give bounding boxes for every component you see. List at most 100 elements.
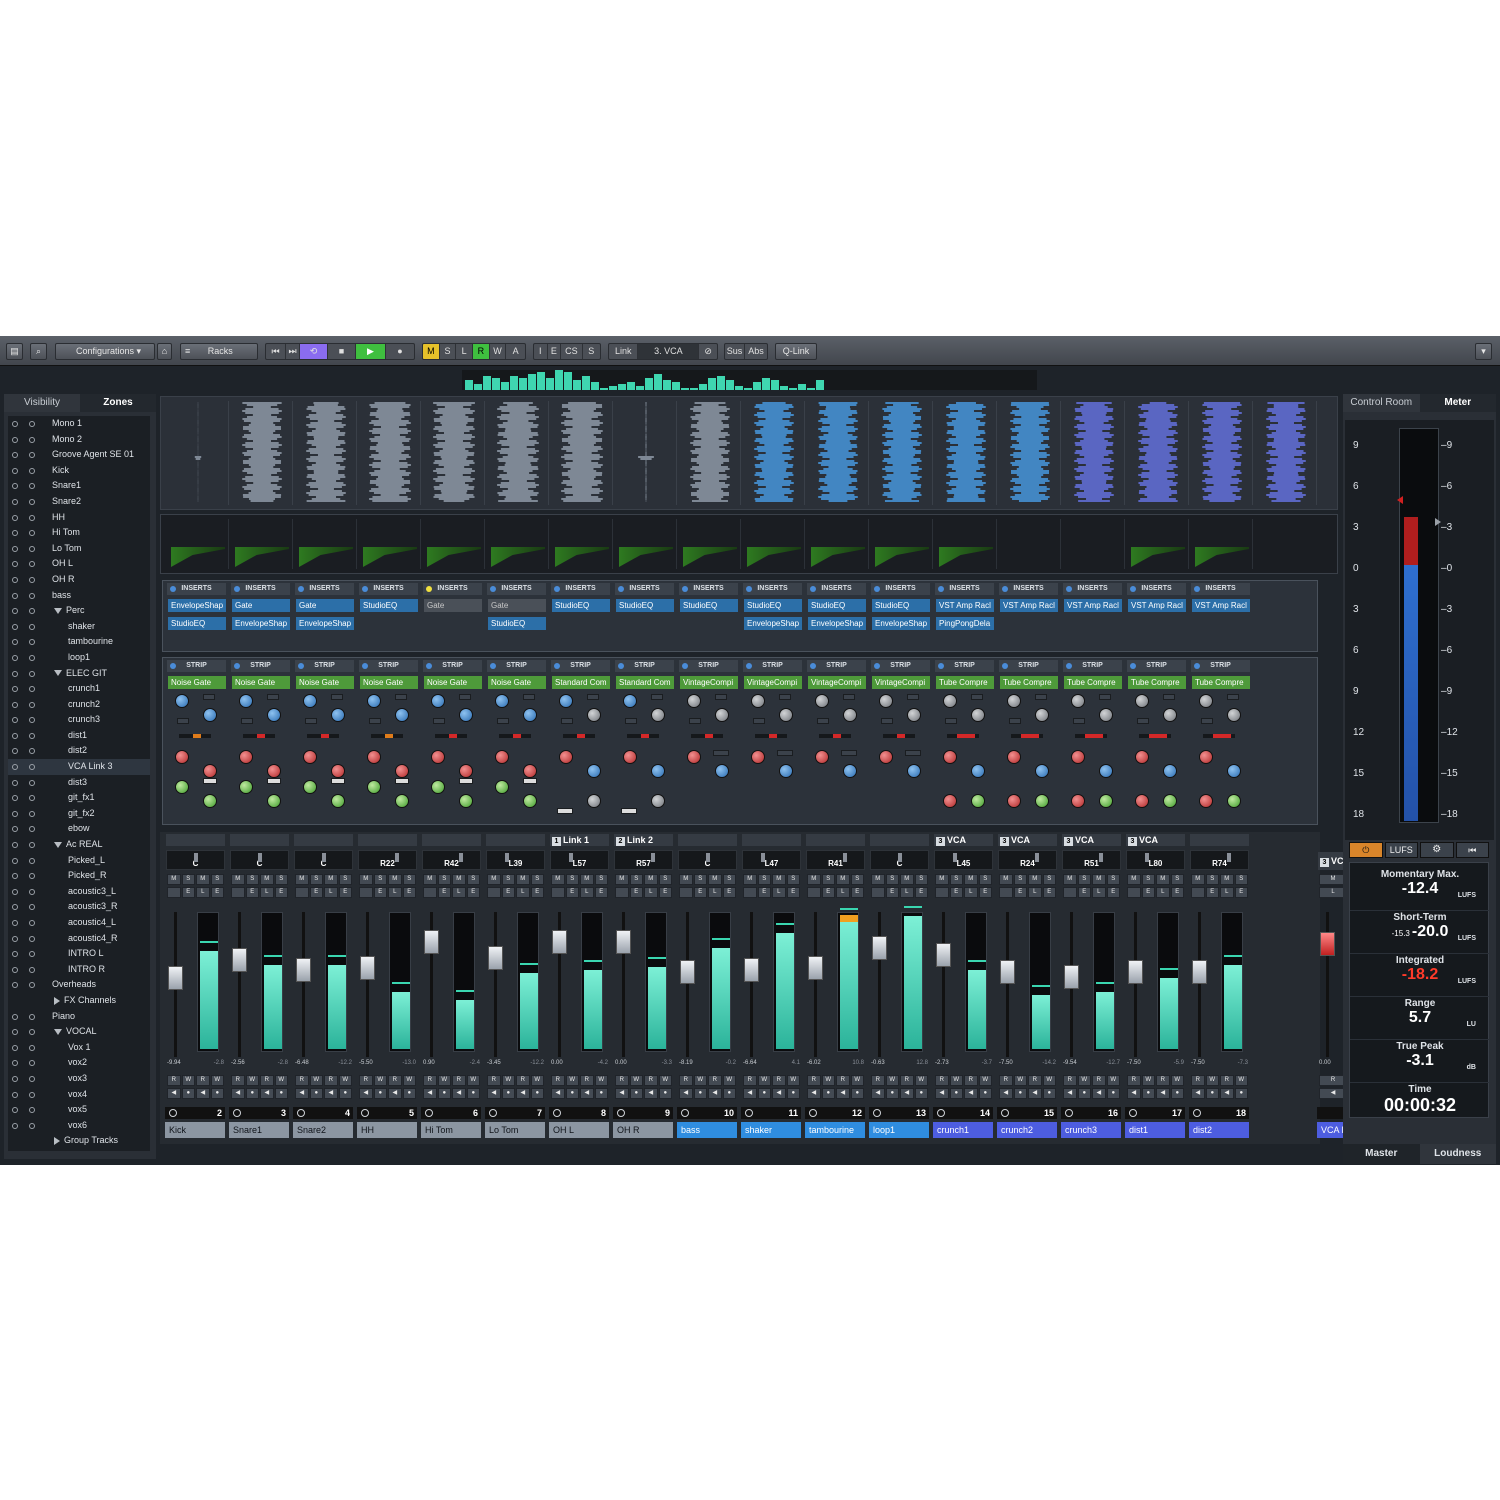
am-button[interactable]	[557, 808, 573, 814]
drive-knob[interactable]	[1007, 794, 1021, 808]
read-button[interactable]: R	[1127, 1075, 1141, 1086]
insert-slot[interactable]: StudioEQ	[488, 617, 546, 630]
frequency-knob[interactable]	[175, 780, 189, 794]
eq-knob-2[interactable]	[971, 764, 985, 778]
strip-bypass-icon[interactable]	[234, 663, 240, 669]
zone-toggle-icon[interactable]	[29, 1029, 35, 1036]
inserts-bypass-icon[interactable]	[938, 586, 944, 592]
volume-fader[interactable]	[807, 912, 825, 1057]
record-enable-button[interactable]: ●	[1106, 1088, 1120, 1099]
up-knob[interactable]	[587, 794, 601, 808]
strip-header[interactable]: STRIP	[423, 660, 482, 672]
read-button[interactable]: R	[580, 1075, 594, 1086]
solo-button[interactable]: S	[245, 874, 259, 885]
auto-release-button[interactable]	[625, 718, 637, 724]
volume-fader[interactable]	[295, 912, 313, 1057]
channel-link-header[interactable]: 3 VCA	[1126, 834, 1185, 846]
channel-state-icon[interactable]	[297, 1109, 305, 1117]
qlink-button[interactable]: Q-Link	[775, 343, 817, 360]
threshold-knob[interactable]	[431, 694, 445, 708]
window-layout-icon[interactable]: ▤	[6, 343, 23, 360]
monitor-button[interactable]: ◀	[487, 1088, 501, 1099]
record-enable-button[interactable]: ●	[1042, 1088, 1056, 1099]
listen-button[interactable]: L	[1028, 887, 1042, 898]
inserts-header[interactable]: INSERTS	[487, 583, 546, 595]
visibility-toggle-icon[interactable]	[12, 701, 18, 708]
write-button[interactable]: W	[629, 1075, 643, 1086]
fader-cap[interactable]	[1064, 965, 1079, 989]
eq-low-knob[interactable]	[239, 750, 253, 764]
sidechain-button[interactable]	[331, 694, 343, 700]
visibility-toggle-icon[interactable]	[12, 779, 18, 786]
q-knob[interactable]	[267, 794, 281, 808]
release-knob[interactable]	[587, 708, 601, 722]
track-list-item[interactable]: dist1	[8, 728, 150, 744]
edit-button[interactable]: E	[1141, 887, 1155, 898]
listen-state-button[interactable]: L	[456, 344, 474, 359]
mute-button[interactable]: M	[423, 874, 437, 885]
mute-button[interactable]: M	[1092, 874, 1106, 885]
edit-button[interactable]: E	[565, 887, 579, 898]
mute-button[interactable]: M	[964, 874, 978, 885]
record-enable-button[interactable]: ●	[530, 1088, 544, 1099]
threshold-knob[interactable]	[943, 694, 957, 708]
inserts-bypass-icon[interactable]	[746, 586, 752, 592]
channel-state-icon[interactable]	[1065, 1109, 1073, 1117]
write-button[interactable]: W	[501, 1075, 515, 1086]
mute-button[interactable]: M	[1063, 874, 1077, 885]
volume-fader[interactable]	[359, 912, 377, 1057]
record-icon[interactable]: ●	[386, 344, 414, 359]
write-button[interactable]: W	[1141, 1075, 1155, 1086]
channel-name[interactable]: shaker	[741, 1122, 801, 1138]
write-button[interactable]: W	[309, 1075, 323, 1086]
channel-state-icon[interactable]	[361, 1109, 369, 1117]
visibility-toggle-icon[interactable]	[12, 561, 18, 568]
strip-dynamics-slot[interactable]: Noise Gate	[424, 676, 482, 689]
sidechain-button[interactable]	[1227, 694, 1239, 700]
visibility-toggle-icon[interactable]	[12, 421, 18, 427]
insert-slot[interactable]: StudioEQ	[680, 599, 738, 612]
zone-toggle-icon[interactable]	[29, 1060, 35, 1067]
mute-button[interactable]: M	[551, 874, 565, 885]
strip-header[interactable]: STRIP	[1063, 660, 1122, 672]
sidechain-button[interactable]	[1035, 694, 1047, 700]
drive-knob[interactable]	[1135, 794, 1149, 808]
record-enable-button[interactable]: ●	[466, 1088, 480, 1099]
solo-button[interactable]: S	[530, 874, 544, 885]
track-list-item[interactable]: Mono 2	[8, 432, 150, 448]
eq-knob-2[interactable]	[1163, 764, 1177, 778]
pan-control[interactable]: C	[230, 850, 289, 870]
threshold-knob[interactable]	[559, 694, 573, 708]
record-enable-button[interactable]: ●	[1013, 1088, 1027, 1099]
write-button[interactable]: W	[245, 1075, 259, 1086]
mix-knob[interactable]	[1035, 794, 1049, 808]
eq-knob-2[interactable]	[779, 764, 793, 778]
channel-link-header[interactable]: 3 VCA	[998, 834, 1057, 846]
listen-button[interactable]	[871, 887, 885, 898]
strip-dynamics-slot[interactable]: Tube Compre	[1064, 676, 1122, 689]
zone-toggle-icon[interactable]	[29, 810, 35, 817]
zone-toggle-icon[interactable]	[29, 701, 35, 708]
listen-button[interactable]	[807, 887, 821, 898]
pan-control[interactable]: R74	[1190, 850, 1249, 870]
volume-fader[interactable]	[551, 912, 569, 1057]
track-list-item[interactable]: Perc	[8, 603, 150, 619]
insert-slot[interactable]: Gate	[488, 599, 546, 612]
zone-toggle-icon[interactable]	[29, 951, 35, 958]
strip-header[interactable]: STRIP	[1191, 660, 1250, 672]
solo-button[interactable]: S	[1077, 874, 1091, 885]
channel-state-icon[interactable]	[681, 1109, 689, 1117]
pan-control[interactable]: C	[678, 850, 737, 870]
visibility-toggle-icon[interactable]	[12, 810, 18, 817]
release-knob[interactable]	[395, 708, 409, 722]
channel-link-header[interactable]: 3 VCA	[1062, 834, 1121, 846]
play-icon[interactable]: ▶	[356, 344, 386, 359]
strip-bypass-icon[interactable]	[682, 663, 688, 669]
mute-button[interactable]: M	[999, 874, 1013, 885]
edit-button[interactable]: E	[338, 887, 352, 898]
visibility-toggle-icon[interactable]	[12, 1107, 18, 1114]
channel-name[interactable]: dist2	[1189, 1122, 1249, 1138]
volume-fader[interactable]	[487, 912, 505, 1057]
edit-button[interactable]: E	[245, 887, 259, 898]
read-button[interactable]: R	[1220, 1075, 1234, 1086]
